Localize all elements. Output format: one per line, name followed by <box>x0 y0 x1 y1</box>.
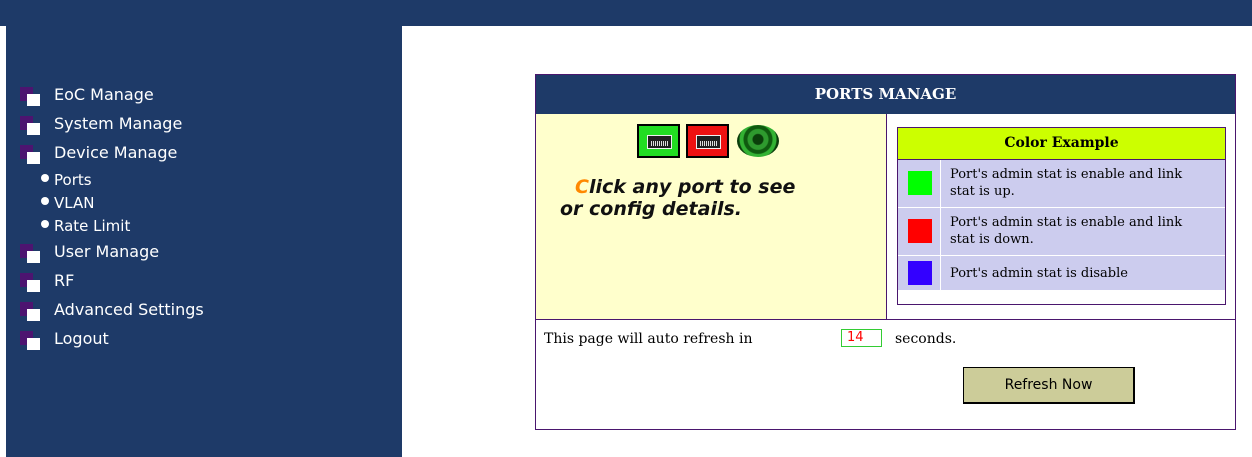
menu-square-icon <box>20 145 40 164</box>
sidebar-item-device-manage[interactable]: Device Manage <box>20 142 204 171</box>
instruction-initial: C <box>575 176 589 198</box>
sidebar: EoC Manage System Manage Device Manage P… <box>6 0 402 457</box>
bullet-dot-icon <box>41 220 49 228</box>
sidebar-item-label: Advanced Settings <box>54 300 204 319</box>
color-example-table: Color Example Port's admin stat is enabl… <box>897 127 1226 305</box>
legend-row-link-down: Port's admin stat is enable and link sta… <box>898 208 1225 256</box>
instruction-text: lick any port to see or config details. <box>560 176 796 220</box>
sidebar-item-eoc-manage[interactable]: EoC Manage <box>20 84 204 113</box>
sidebar-item-logout[interactable]: Logout <box>20 328 204 357</box>
ethernet-port-1-icon[interactable] <box>637 124 680 158</box>
sidebar-menu: EoC Manage System Manage Device Manage P… <box>20 84 204 357</box>
refresh-countdown: 14 <box>841 329 882 347</box>
sidebar-subitem-label: Ports <box>54 171 92 189</box>
menu-square-icon <box>20 87 40 106</box>
sidebar-subitem-label: Rate Limit <box>54 217 131 235</box>
color-example-title: Color Example <box>898 128 1225 160</box>
sidebar-subitem-rate-limit[interactable]: Rate Limit <box>20 215 204 241</box>
refresh-now-button[interactable]: Refresh Now <box>963 367 1135 404</box>
seconds-label: seconds. <box>895 331 957 347</box>
ports-manage-panel: PORTS MANAGE Click any port to see or co… <box>535 74 1236 430</box>
panel-title: PORTS MANAGE <box>536 75 1235 114</box>
sidebar-item-label: Logout <box>54 329 109 348</box>
menu-square-icon <box>20 273 40 292</box>
sidebar-item-label: RF <box>54 271 75 290</box>
menu-square-icon <box>20 244 40 263</box>
legend-row-link-up: Port's admin stat is enable and link sta… <box>898 160 1225 208</box>
sidebar-item-label: User Manage <box>54 242 160 261</box>
sidebar-subitem-label: VLAN <box>54 194 95 212</box>
blue-swatch-icon <box>908 261 932 285</box>
menu-square-icon <box>20 116 40 135</box>
sidebar-item-label: Device Manage <box>54 143 178 162</box>
green-swatch-icon <box>908 171 932 195</box>
auto-refresh-label: This page will auto refresh in <box>544 331 753 347</box>
sidebar-item-system-manage[interactable]: System Manage <box>20 113 204 142</box>
legend-text: Port's admin stat is enable and link sta… <box>950 215 1183 247</box>
legend-row-disabled: Port's admin stat is disable <box>898 256 1225 290</box>
port-instructions: Click any port to see or config details. <box>560 176 800 220</box>
sidebar-item-user-manage[interactable]: User Manage <box>20 241 204 270</box>
port-selection-area: Click any port to see or config details. <box>536 114 887 320</box>
red-swatch-icon <box>908 219 932 243</box>
menu-square-icon <box>20 331 40 350</box>
sidebar-item-advanced-settings[interactable]: Advanced Settings <box>20 299 204 328</box>
sidebar-item-label: EoC Manage <box>54 85 154 104</box>
bullet-dot-icon <box>41 197 49 205</box>
ethernet-port-2-icon[interactable] <box>686 124 729 158</box>
legend-text: Port's admin stat is enable and link sta… <box>950 167 1183 199</box>
coax-port-icon[interactable] <box>737 125 779 157</box>
legend-text: Port's admin stat is disable <box>950 266 1128 281</box>
color-legend-area: Color Example Port's admin stat is enabl… <box>887 114 1235 320</box>
sidebar-item-rf[interactable]: RF <box>20 270 204 299</box>
menu-square-icon <box>20 302 40 321</box>
bullet-dot-icon <box>41 174 49 182</box>
sidebar-item-label: System Manage <box>54 114 183 133</box>
